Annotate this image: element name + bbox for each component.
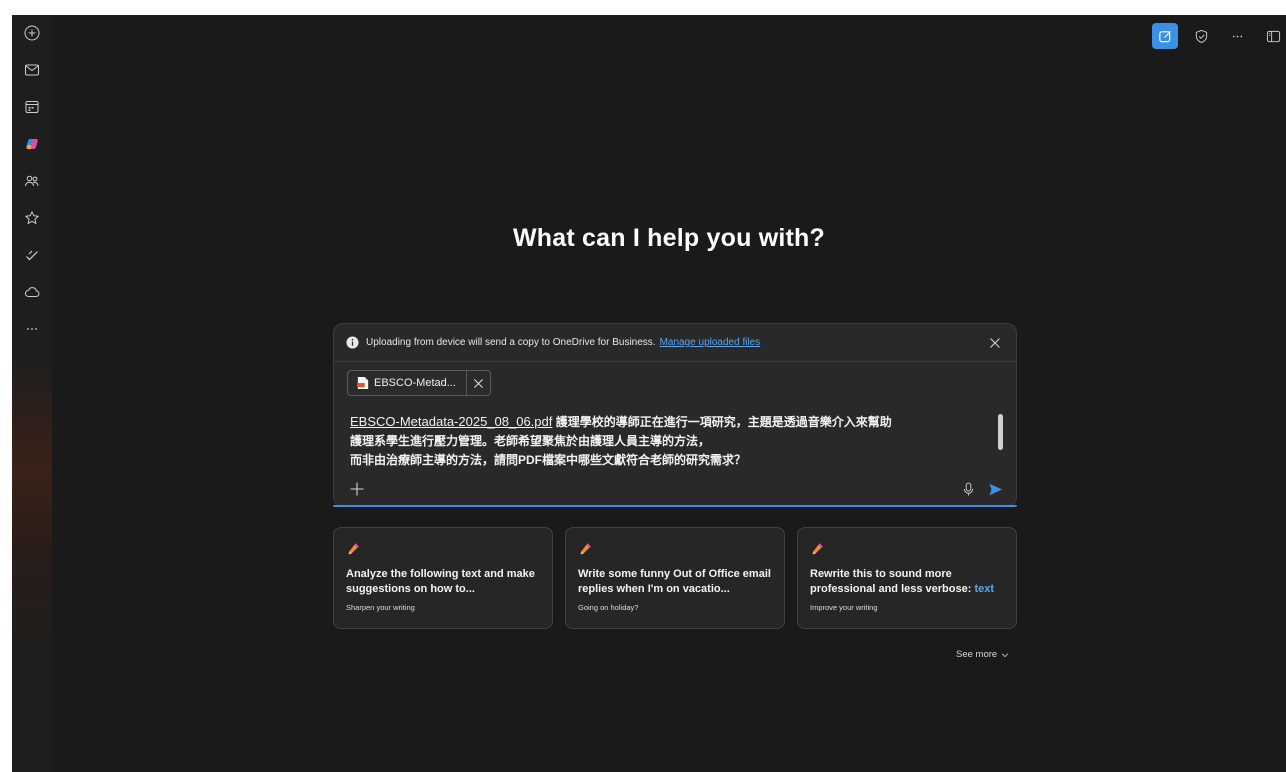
- plus-circle-icon: [24, 25, 40, 41]
- copilot-button[interactable]: [18, 130, 46, 158]
- manage-uploaded-files-link[interactable]: Manage uploaded files: [660, 337, 761, 348]
- tasks-button[interactable]: [18, 241, 46, 269]
- star-icon: [25, 211, 39, 224]
- mail-icon: [25, 64, 39, 76]
- card-title-text: Write some funny Out of Office email rep…: [578, 568, 771, 595]
- prompt-textarea[interactable]: EBSCO-Metadata-2025_08_06.pdf 護理學校的導師正在進…: [350, 412, 990, 470]
- add-content-button[interactable]: [346, 478, 368, 500]
- close-icon: [474, 378, 483, 388]
- calendar-button[interactable]: [18, 93, 46, 121]
- suggestion-card-subtitle: Improve your writing: [810, 603, 878, 612]
- onedrive-button[interactable]: [18, 278, 46, 306]
- suggestion-card[interactable]: Rewrite this to sound more professional …: [797, 527, 1017, 629]
- info-icon: [346, 336, 359, 349]
- tasks-check-icon: [26, 250, 38, 261]
- upload-notice-banner: Uploading from device will send a copy t…: [334, 324, 1016, 362]
- sidebar-toggle-button[interactable]: [1260, 23, 1286, 49]
- app-window: What can I help you with? Uploading from…: [12, 15, 1286, 772]
- suggestion-cards: Analyze the following text and make sugg…: [333, 527, 1017, 629]
- notice-text: Uploading from device will send a copy t…: [366, 337, 656, 348]
- shield-icon: [1195, 29, 1207, 43]
- remove-attachment-button[interactable]: [466, 371, 490, 395]
- top-toolbar: [1142, 23, 1286, 49]
- card-title-accent: text: [974, 583, 995, 595]
- pencil-icon: [810, 542, 1004, 558]
- pencil-icon: [578, 542, 772, 558]
- card-title-text: Analyze the following text and make sugg…: [346, 568, 535, 595]
- prompt-text-line2: 護理系學生進行壓力管理。老師希望聚焦於由護理人員主導的方法，: [350, 434, 711, 448]
- calendar-icon: [25, 101, 39, 113]
- composer-actions: [334, 476, 1016, 504]
- prompt-file-reference[interactable]: EBSCO-Metadata-2025_08_06.pdf: [350, 414, 552, 429]
- suggestion-card-title: Analyze the following text and make sugg…: [346, 567, 540, 597]
- see-more-label: See more: [956, 649, 998, 660]
- pencil-icon: [346, 542, 540, 558]
- close-icon: [990, 337, 1000, 348]
- mail-button[interactable]: [18, 56, 46, 84]
- microphone-icon: [963, 482, 973, 495]
- prompt-text-line1: 護理學校的導師正在進行一項研究，主題是透過音樂介入來幫助: [552, 415, 892, 429]
- card-title-text: Rewrite this to sound more professional …: [810, 568, 975, 595]
- more-apps-button[interactable]: [18, 315, 46, 343]
- new-item-button[interactable]: [18, 19, 46, 47]
- composer-focus-underline: [333, 505, 1017, 507]
- page-headline: What can I help you with?: [513, 224, 825, 252]
- more-options-icon: [1232, 35, 1242, 37]
- send-button[interactable]: [986, 480, 1004, 498]
- favorites-button[interactable]: [18, 204, 46, 232]
- more-icon: [27, 328, 37, 330]
- prompt-text-line3: 而非由治療師主導的方法，請問PDF檔案中哪些文獻符合老師的研究需求？: [350, 453, 747, 467]
- chevron-down-icon: [1002, 653, 1009, 657]
- microphone-button[interactable]: [960, 480, 976, 498]
- pdf-file-icon: [357, 376, 369, 390]
- scrollbar-thumb[interactable]: [998, 414, 1003, 450]
- see-more-button[interactable]: See more: [956, 649, 1009, 660]
- more-options-button[interactable]: [1224, 23, 1250, 49]
- people-button[interactable]: [18, 167, 46, 195]
- suggestion-card[interactable]: Analyze the following text and make sugg…: [333, 527, 553, 629]
- prompt-scrollbar[interactable]: [996, 410, 1006, 468]
- chat-composer: Uploading from device will send a copy t…: [333, 323, 1017, 507]
- suggestion-card-subtitle: Going on holiday?: [578, 603, 639, 612]
- suggestion-card[interactable]: Write some funny Out of Office email rep…: [565, 527, 785, 629]
- suggestion-card-title: Write some funny Out of Office email rep…: [578, 567, 772, 597]
- send-icon: [988, 483, 1002, 495]
- plus-icon: [350, 482, 364, 496]
- cloud-icon: [25, 287, 40, 297]
- copilot-icon: [26, 139, 38, 150]
- new-chat-icon: [1158, 30, 1171, 42]
- protection-button[interactable]: [1188, 23, 1214, 49]
- suggestion-card-title: Rewrite this to sound more professional …: [810, 567, 1004, 597]
- sidebar-toggle-icon: [1266, 30, 1280, 42]
- new-chat-button[interactable]: [1152, 23, 1178, 49]
- people-icon: [25, 175, 39, 187]
- notice-close-button[interactable]: [986, 334, 1004, 352]
- attachment-name: EBSCO-Metad...: [374, 377, 456, 389]
- suggestion-card-subtitle: Sharpen your writing: [346, 603, 415, 612]
- left-rail: [12, 15, 52, 772]
- attachment-chip[interactable]: EBSCO-Metad...: [347, 370, 491, 396]
